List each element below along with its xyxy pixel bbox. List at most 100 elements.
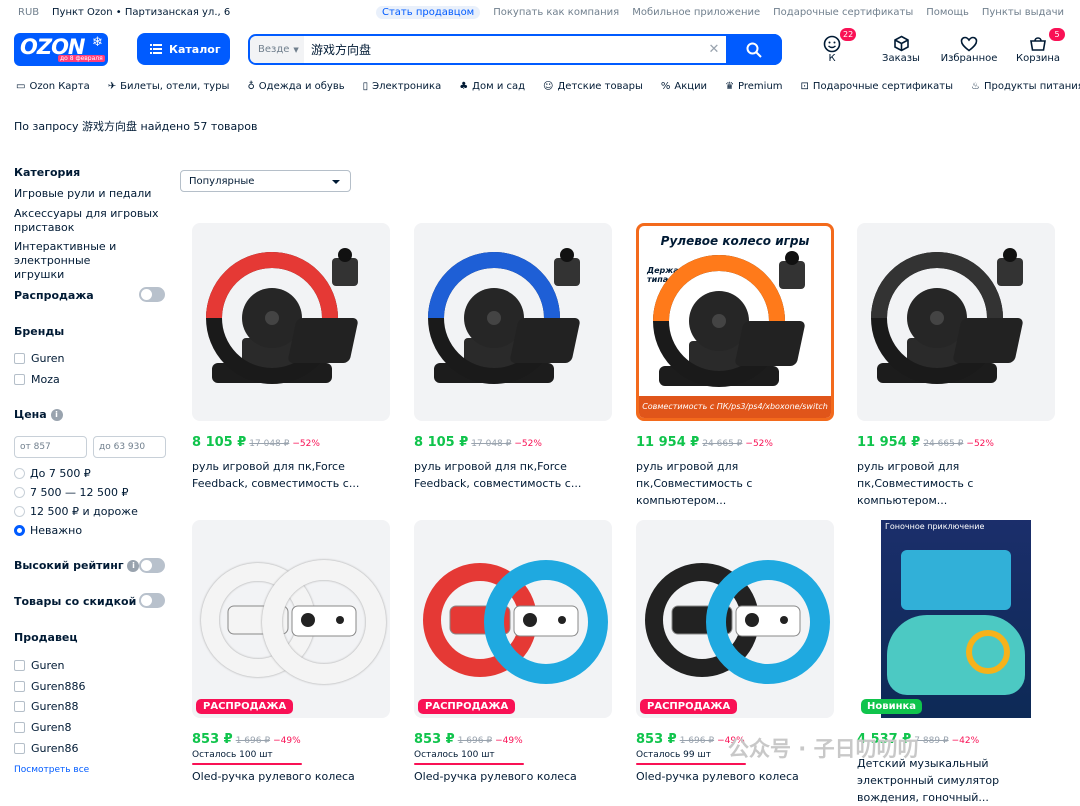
scope-label: Везде <box>258 44 290 55</box>
nav-food[interactable]: ♨ Продукты питания <box>971 81 1080 92</box>
sort-select[interactable]: Популярные <box>180 170 351 192</box>
seller-checkbox[interactable]: Guren86 <box>14 742 79 755</box>
nav-clothes[interactable]: ♁ Одежда и обувь <box>247 81 344 92</box>
product-title[interactable]: руль игровой для пк,Force Feedback, совм… <box>414 458 612 492</box>
search-input[interactable]: 游戏方向盘 <box>311 41 702 58</box>
product-image[interactable] <box>192 223 390 421</box>
product-title[interactable]: Oled-ручка рулевого колеса <box>192 768 390 785</box>
price-option[interactable]: 12 500 ₽ и дороже <box>14 505 138 518</box>
old-price: 7 889 ₽ <box>914 736 949 746</box>
current-price: 853 ₽ <box>414 732 455 747</box>
product-image[interactable]: Рулевое колесо игры Держатель типа С Сов… <box>636 223 834 421</box>
search-scope-select[interactable]: Везде ▼ <box>250 36 304 63</box>
price-from-input[interactable]: от 857 <box>14 436 87 458</box>
catalog-button[interactable]: Каталог <box>137 33 230 65</box>
product-card[interactable]: Гоночное приключение Новинка 4 537 ₽7 88… <box>857 520 1055 804</box>
sale-toggle[interactable] <box>139 287 165 302</box>
category-link[interactable]: Интерактивные и электронные игрушки <box>14 240 134 282</box>
product-image[interactable] <box>414 223 612 421</box>
favorites-button[interactable]: Избранное <box>940 34 998 64</box>
nav-label: Ozon Карта <box>29 81 90 92</box>
nav-label: Билеты, отели, туры <box>120 81 230 92</box>
product-title[interactable]: Oled-ручка рулевого колеса <box>636 768 834 785</box>
ozon-logo[interactable]: OZON ❄ до 8 февраля <box>14 33 108 66</box>
search-button[interactable] <box>726 34 782 65</box>
seller-label: Guren <box>31 659 65 672</box>
nav-gift-cards[interactable]: ⊡ Подарочные сертификаты <box>801 81 953 92</box>
currency-selector[interactable]: RUB <box>18 7 39 18</box>
gift-cards-link[interactable]: Подарочные сертификаты <box>773 7 913 19</box>
nav-kids[interactable]: ☺ Детские товары <box>543 81 643 92</box>
checkbox-icon <box>14 722 25 733</box>
product-image[interactable]: РАСПРОДАЖА <box>414 520 612 718</box>
buy-as-company-link[interactable]: Покупать как компания <box>493 7 619 19</box>
high-rating-toggle[interactable] <box>139 558 165 573</box>
nav-premium[interactable]: ♛ Premium <box>725 81 782 92</box>
nav-label: Одежда и обувь <box>258 81 345 92</box>
product-title[interactable]: Oled-ручка рулевого колеса <box>414 768 612 785</box>
crown-icon: ♛ <box>725 81 735 92</box>
seller-checkbox[interactable]: Guren8 <box>14 721 72 734</box>
cart-button[interactable]: Корзина 5 <box>1016 28 1065 64</box>
orders-button[interactable]: Заказы <box>880 34 922 64</box>
profile-button[interactable]: К 22 <box>812 28 857 64</box>
price-option-selected[interactable]: Неважно <box>14 524 82 537</box>
product-title[interactable]: руль игровой для пк,Совместимость с комп… <box>857 458 1055 509</box>
category-link[interactable]: Аксессуары для игровых приставок <box>14 207 159 235</box>
nav-label: Электроника <box>372 81 442 92</box>
price-to-input[interactable]: до 63 930 <box>93 436 166 458</box>
mobile-app-link[interactable]: Мобильное приложение <box>632 7 760 19</box>
old-price: 1 696 ₽ <box>235 736 271 746</box>
product-card[interactable]: Рулевое колесо игры Держатель типа С Сов… <box>636 223 834 507</box>
notification-badge: 22 <box>840 28 857 41</box>
heart-icon <box>960 36 978 52</box>
checkbox-icon <box>14 353 25 364</box>
clear-icon[interactable]: ✕ <box>702 42 726 57</box>
seller-checkbox[interactable]: Guren88 <box>14 700 79 713</box>
price-option[interactable]: 7 500 — 12 500 ₽ <box>14 486 128 499</box>
favorites-label: Избранное <box>940 53 998 64</box>
product-card[interactable]: РАСПРОДАЖА 853 ₽1 696 ₽ −49% Осталось 100 … <box>192 520 390 783</box>
product-card[interactable]: РАСПРОДАЖА 853 ₽1 696 ₽ −49% Осталось 100 … <box>414 520 612 783</box>
seller-checkbox[interactable]: Guren886 <box>14 680 86 693</box>
nav-travel[interactable]: ✈ Билеты, отели, туры <box>108 81 230 92</box>
product-image[interactable]: Гоночное приключение Новинка <box>857 520 1055 718</box>
top-links: Стать продавцом Покупать как компания Мо… <box>375 6 1064 19</box>
become-seller-link[interactable]: Стать продавцом <box>375 6 481 19</box>
discount-percent: −42% <box>951 736 980 746</box>
steering-wheel-image <box>653 251 805 387</box>
pickup-points-link[interactable]: Пункты выдачи <box>982 7 1064 19</box>
product-title[interactable]: руль игровой для пк,Совместимость с комп… <box>636 458 834 509</box>
product-image[interactable]: РАСПРОДАЖА <box>192 520 390 718</box>
nav-ozon-card[interactable]: ▭ Ozon Карта <box>16 81 90 92</box>
discount-toggle[interactable] <box>139 593 165 608</box>
results-count: По запросу 游戏方向盘 найдено 57 товаров <box>14 120 258 133</box>
nav-promo[interactable]: % Акции <box>661 81 707 92</box>
brand-checkbox[interactable]: Moza <box>14 373 60 386</box>
nav-electronics[interactable]: ▯ Электроника <box>363 81 442 92</box>
see-all-sellers-link[interactable]: Посмотреть все <box>14 763 89 777</box>
product-card[interactable]: 8 105 ₽17 048 ₽ −52% руль игровой для пк,F… <box>192 223 390 490</box>
nav-label: Акции <box>674 81 708 92</box>
current-price: 11 954 ₽ <box>857 435 921 450</box>
help-link[interactable]: Помощь <box>926 7 969 19</box>
brand-label: Moza <box>31 373 60 386</box>
brands-heading: Бренды <box>14 325 65 338</box>
pickup-address[interactable]: Пункт Ozon • Партизанская ул., 6 <box>52 7 230 18</box>
product-card[interactable]: РАСПРОДАЖА 853 ₽1 696 ₽ −49% Осталось 99 ш… <box>636 520 834 783</box>
price-option[interactable]: До 7 500 ₽ <box>14 467 91 480</box>
brand-checkbox[interactable]: Guren <box>14 352 65 365</box>
radio-icon <box>14 487 25 498</box>
info-icon[interactable]: i <box>127 560 140 572</box>
product-card[interactable]: 8 105 ₽17 048 ₽ −52% руль игровой для пк,F… <box>414 223 612 490</box>
stock-left: Осталось 100 шт <box>192 750 302 765</box>
nav-home[interactable]: ♣ Дом и сад <box>459 81 525 92</box>
product-image[interactable] <box>857 223 1055 421</box>
category-link[interactable]: Игровые рули и педали <box>14 187 151 201</box>
product-image[interactable]: РАСПРОДАЖА <box>636 520 834 718</box>
seller-checkbox[interactable]: Guren <box>14 659 65 672</box>
info-icon[interactable]: i <box>50 409 63 421</box>
product-card[interactable]: 11 954 ₽24 665 ₽ −52% руль игровой для пк,… <box>857 223 1055 507</box>
product-title[interactable]: руль игровой для пк,Force Feedback, совм… <box>192 458 390 492</box>
top-bar: RUB Пункт Ozon • Партизанская ул., 6 Ста… <box>0 0 1080 28</box>
